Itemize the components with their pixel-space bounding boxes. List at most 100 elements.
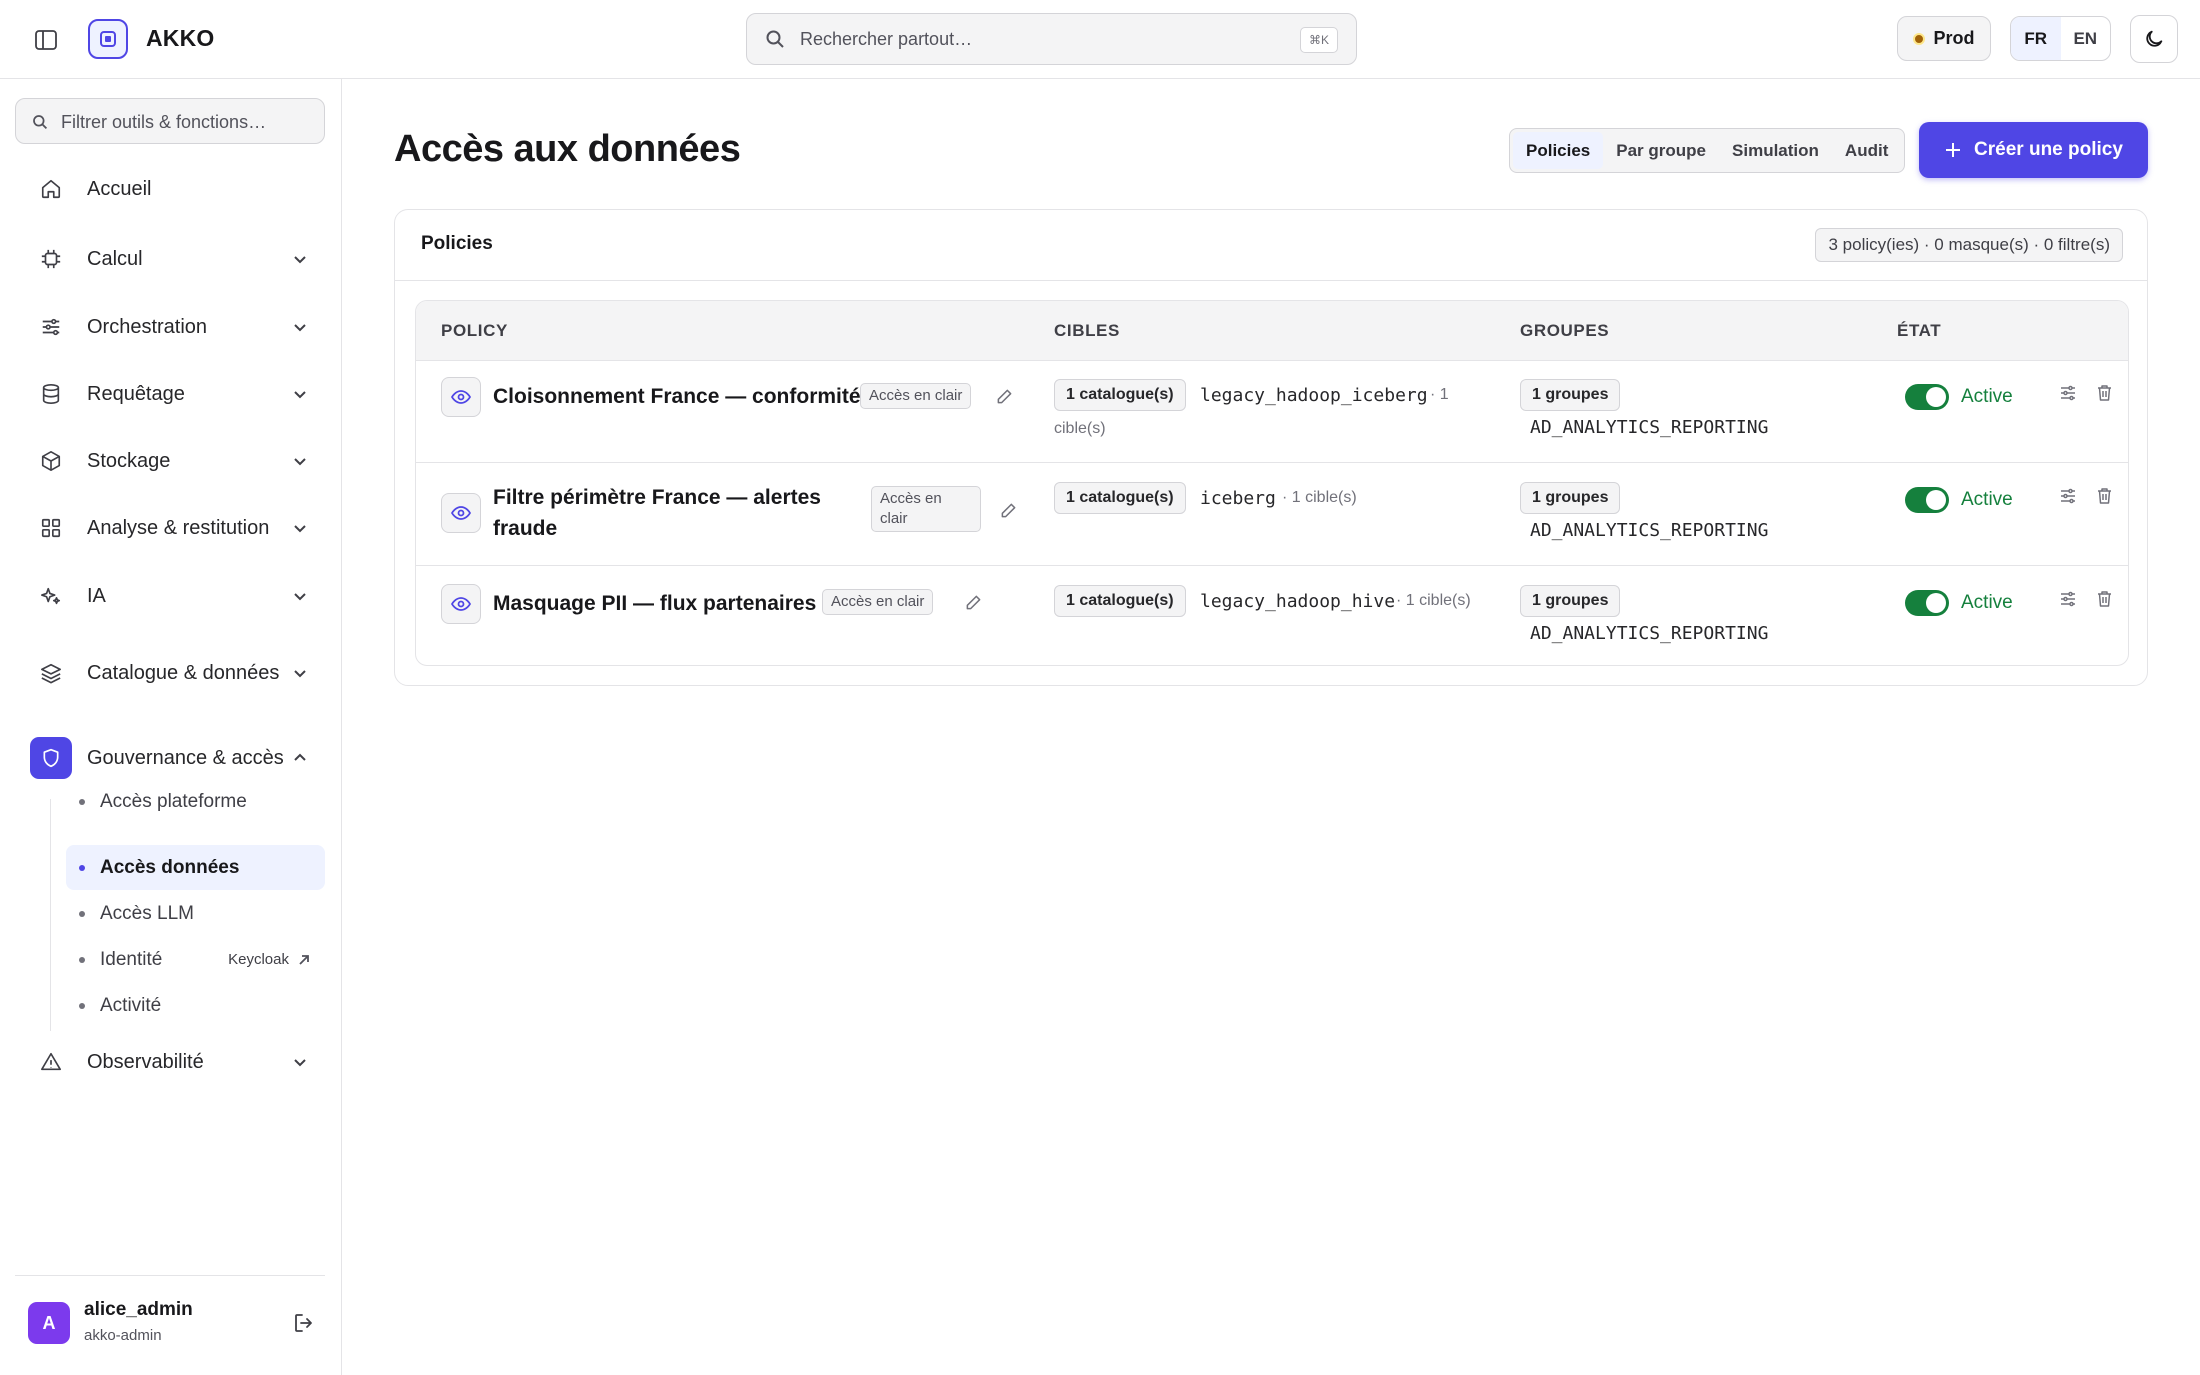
home-icon bbox=[30, 168, 72, 210]
tab-audit[interactable]: Audit bbox=[1832, 132, 1901, 169]
policies-table: POLICY CIBLES GROUPES ÉTAT Cloisonnement… bbox=[415, 300, 2129, 666]
tab-policies[interactable]: Policies bbox=[1513, 132, 1604, 169]
policies-summary-badge: 3 policy(ies) · 0 masque(s) · 0 filtre(s… bbox=[1815, 228, 2123, 262]
column-header-cibles: CIBLES bbox=[1054, 321, 1120, 340]
filter-placeholder: Filtrer outils & fonctions… bbox=[61, 112, 267, 132]
sidebar-subitem-label: Accès données bbox=[100, 856, 240, 878]
sidebar-item-label: Orchestration bbox=[87, 315, 208, 338]
eye-icon[interactable] bbox=[441, 493, 481, 533]
status-toggle[interactable] bbox=[1905, 384, 1949, 410]
cpu-icon bbox=[30, 238, 72, 280]
group-count-chip: 1 groupes bbox=[1520, 585, 1621, 617]
chevron-down-icon bbox=[292, 251, 312, 267]
app-logo bbox=[88, 19, 128, 59]
target-count: · 1 cible(s) bbox=[1396, 592, 1471, 609]
user-name: alice_admin bbox=[84, 1299, 193, 1320]
environment-selector[interactable]: Prod bbox=[1897, 16, 1991, 61]
card-title: Policies bbox=[421, 233, 493, 254]
catalog-count-chip: 1 catalogue(s) bbox=[1054, 585, 1186, 617]
trash-icon[interactable] bbox=[2096, 384, 2113, 402]
eye-icon[interactable] bbox=[441, 584, 481, 624]
target-count-wrap: cible(s) bbox=[1054, 420, 1106, 437]
sidebar-subitem-acces-plateforme[interactable]: Accès plateforme bbox=[66, 779, 325, 824]
grid-icon bbox=[30, 507, 72, 549]
sidebar-subitem-identite[interactable]: Identité Keycloak bbox=[66, 937, 325, 982]
trash-icon[interactable] bbox=[2096, 590, 2113, 608]
policy-name[interactable]: Cloisonnement France — conformité bbox=[493, 381, 861, 412]
user-role: akko-admin bbox=[84, 1327, 162, 1344]
trash-icon[interactable] bbox=[2096, 487, 2113, 505]
table-row[interactable]: Masquage PII — flux partenaires Accès en… bbox=[416, 567, 2128, 665]
sidebar-toggle-icon[interactable] bbox=[29, 25, 63, 55]
sidebar-item-stockage[interactable]: Stockage bbox=[30, 440, 312, 482]
sidebar-item-catalogue[interactable]: Catalogue & données bbox=[30, 643, 312, 703]
policy-name[interactable]: Masquage PII — flux partenaires bbox=[493, 588, 816, 619]
settings-icon[interactable] bbox=[2059, 487, 2077, 505]
sidebar-item-observabilite[interactable]: Observabilité bbox=[30, 1041, 312, 1083]
status-label: Active bbox=[1961, 592, 2013, 613]
bullet bbox=[79, 864, 85, 871]
external-link-icon bbox=[297, 953, 311, 967]
layers-icon bbox=[30, 652, 72, 694]
external-provider-label: Keycloak bbox=[228, 951, 289, 968]
eye-icon[interactable] bbox=[441, 377, 481, 417]
sidebar-item-label: Requêtage bbox=[87, 382, 185, 405]
logout-icon[interactable] bbox=[292, 1311, 316, 1335]
sparkles-icon bbox=[30, 575, 72, 617]
access-tag: Accès en clair bbox=[860, 383, 972, 409]
view-tabs: Policies Par groupe Simulation Audit bbox=[1509, 128, 1906, 173]
env-status-dot bbox=[1913, 32, 1926, 45]
tab-par-groupe[interactable]: Par groupe bbox=[1603, 132, 1719, 169]
search-placeholder: Rechercher partout… bbox=[800, 29, 973, 49]
sidebar-item-label: Accueil bbox=[87, 177, 152, 200]
status-toggle[interactable] bbox=[1905, 487, 1949, 513]
column-header-groupes: GROUPES bbox=[1520, 321, 1610, 340]
sidebar-subitem-label: Accès plateforme bbox=[100, 790, 247, 812]
search-shortcut: ⌘K bbox=[1299, 27, 1338, 53]
moon-icon bbox=[2143, 28, 2165, 50]
edit-icon[interactable] bbox=[965, 594, 982, 611]
target-name: legacy_hadoop_hive bbox=[1200, 591, 1396, 612]
group-name: AD_ANALYTICS_REPORTING bbox=[1530, 520, 1769, 541]
sidebar-subitem-activite[interactable]: Activité bbox=[66, 983, 325, 1028]
shield-icon bbox=[30, 737, 72, 779]
status-toggle[interactable] bbox=[1905, 590, 1949, 616]
table-row[interactable]: Filtre périmètre France — alertes fraude… bbox=[416, 464, 2128, 566]
search-icon bbox=[765, 29, 785, 49]
submenu-guide-line bbox=[50, 799, 51, 1031]
policy-name[interactable]: Filtre périmètre France — alertes fraude bbox=[493, 482, 833, 544]
settings-icon[interactable] bbox=[2059, 590, 2077, 608]
app-name: AKKO bbox=[146, 25, 215, 51]
theme-toggle-button[interactable] bbox=[2130, 15, 2178, 63]
access-tag: Accès en clair bbox=[822, 589, 934, 615]
lang-en-button[interactable]: EN bbox=[2061, 17, 2111, 60]
sidebar-subitem-label: Accès LLM bbox=[100, 902, 194, 924]
sidebar-filter-input[interactable]: Filtrer outils & fonctions… bbox=[15, 98, 325, 144]
settings-icon[interactable] bbox=[2059, 384, 2077, 402]
sidebar-item-label: Catalogue & données bbox=[87, 661, 280, 684]
table-row[interactable]: Cloisonnement France — conformité Accès … bbox=[416, 361, 2128, 463]
edit-icon[interactable] bbox=[1000, 502, 1017, 519]
tab-simulation[interactable]: Simulation bbox=[1719, 132, 1832, 169]
chevron-up-icon bbox=[292, 750, 312, 766]
sidebar-subitem-acces-donnees[interactable]: Accès données bbox=[66, 845, 325, 890]
sidebar: Filtrer outils & fonctions… Accueil Calc… bbox=[0, 79, 342, 1375]
chevron-down-icon bbox=[292, 386, 312, 402]
chevron-down-icon bbox=[292, 665, 312, 681]
sidebar-subitem-label: Activité bbox=[100, 994, 162, 1016]
table-header: POLICY CIBLES GROUPES ÉTAT bbox=[416, 301, 2128, 361]
catalog-count-chip: 1 catalogue(s) bbox=[1054, 482, 1186, 514]
edit-icon[interactable] bbox=[996, 388, 1013, 405]
lang-fr-button[interactable]: FR bbox=[2011, 17, 2061, 60]
sidebar-item-orchestration[interactable]: Orchestration bbox=[30, 306, 312, 348]
create-policy-button[interactable]: Créer une policy bbox=[1919, 122, 2148, 178]
sidebar-item-ia[interactable]: IA bbox=[30, 575, 312, 617]
sidebar-item-label: Gouvernance & accès bbox=[87, 746, 284, 769]
sidebar-item-calcul[interactable]: Calcul bbox=[30, 238, 312, 280]
sidebar-item-requetage[interactable]: Requêtage bbox=[30, 373, 312, 415]
global-search-input[interactable]: Rechercher partout… ⌘K bbox=[746, 13, 1357, 65]
column-header-etat: ÉTAT bbox=[1897, 321, 1942, 340]
sidebar-item-analyse[interactable]: Analyse & restitution bbox=[30, 507, 312, 549]
sidebar-item-accueil[interactable]: Accueil bbox=[30, 168, 312, 210]
sidebar-subitem-acces-llm[interactable]: Accès LLM bbox=[66, 891, 325, 936]
